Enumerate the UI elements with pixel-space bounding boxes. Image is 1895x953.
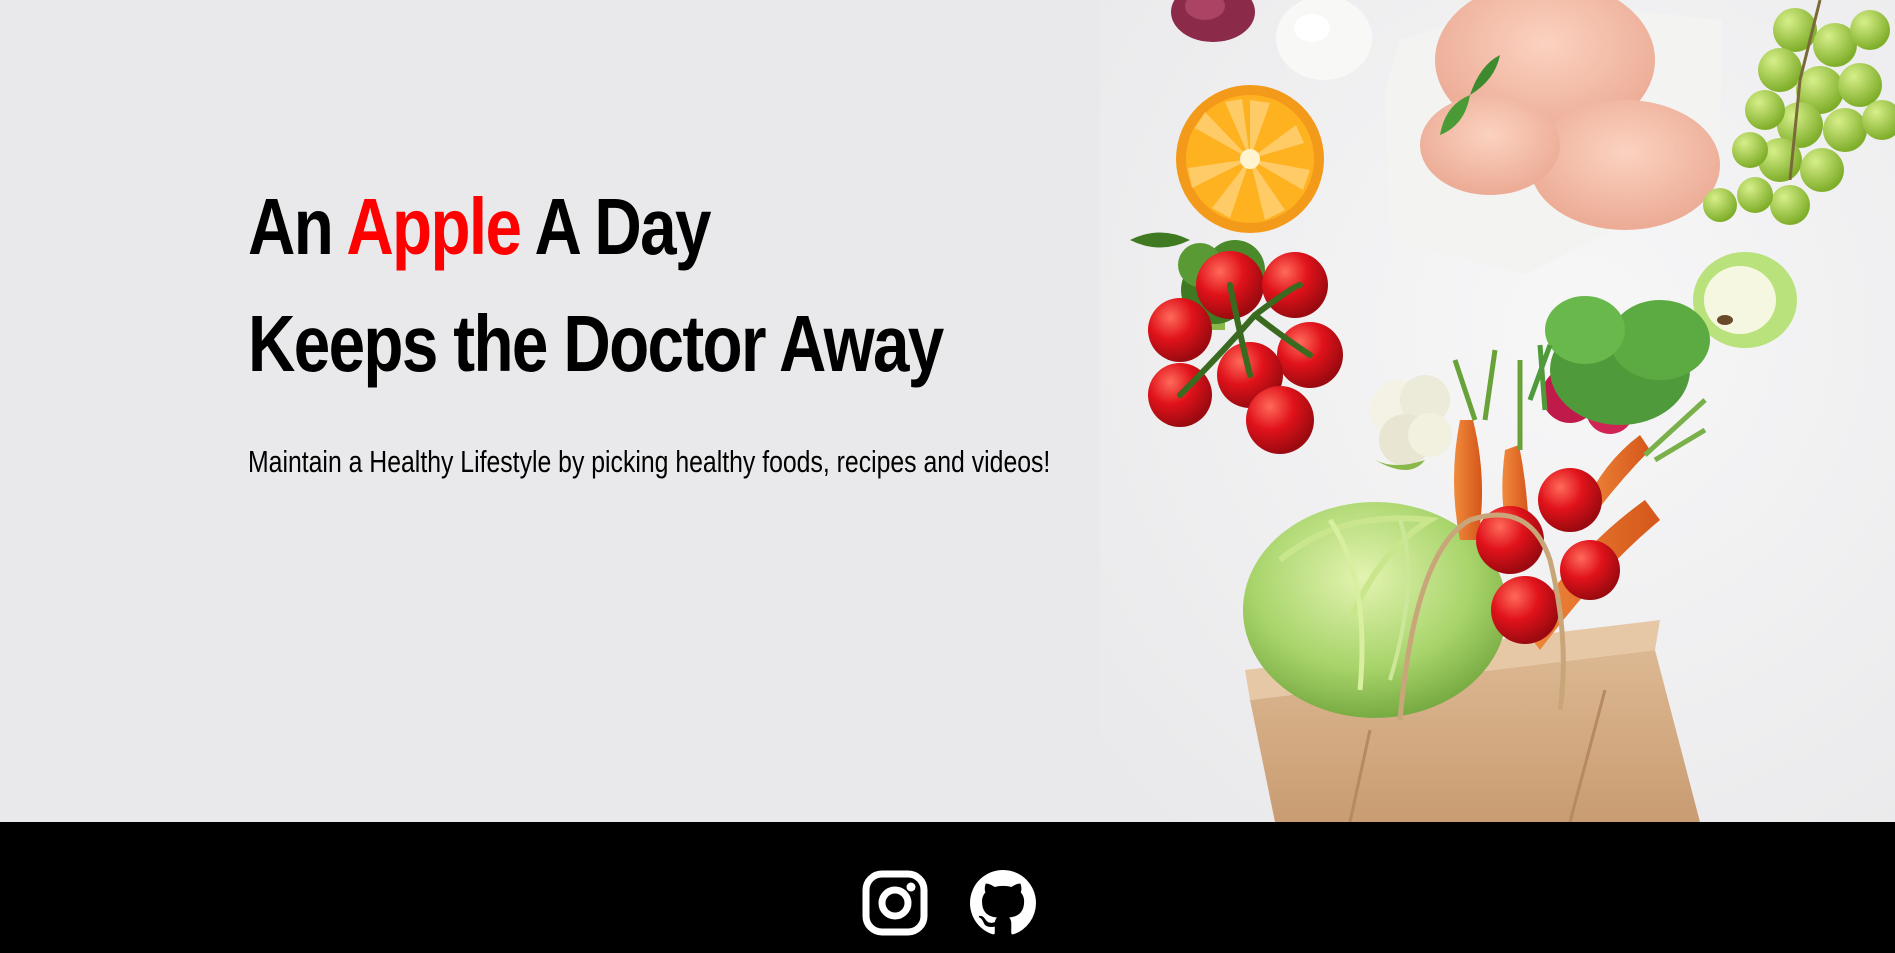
groceries-image xyxy=(1100,0,1895,822)
github-icon xyxy=(970,870,1036,935)
instagram-icon xyxy=(862,870,928,936)
instagram-link[interactable] xyxy=(862,870,928,936)
github-link[interactable] xyxy=(970,870,1036,936)
hero-subtitle: Maintain a Healthy Lifestyle by picking … xyxy=(248,444,1051,479)
hero-text-block: An Apple A Day Keeps the Doctor Away Mai… xyxy=(248,168,1148,480)
footer xyxy=(0,822,1895,953)
headline-accent-word: Apple xyxy=(346,182,522,271)
headline-prefix: An xyxy=(248,182,347,271)
hero-section: An Apple A Day Keeps the Doctor Away Mai… xyxy=(0,0,1895,822)
headline-line-1: An Apple A Day xyxy=(248,168,986,285)
headline-suffix: A Day xyxy=(520,182,712,271)
headline-line-2: Keeps the Doctor Away xyxy=(248,299,944,388)
